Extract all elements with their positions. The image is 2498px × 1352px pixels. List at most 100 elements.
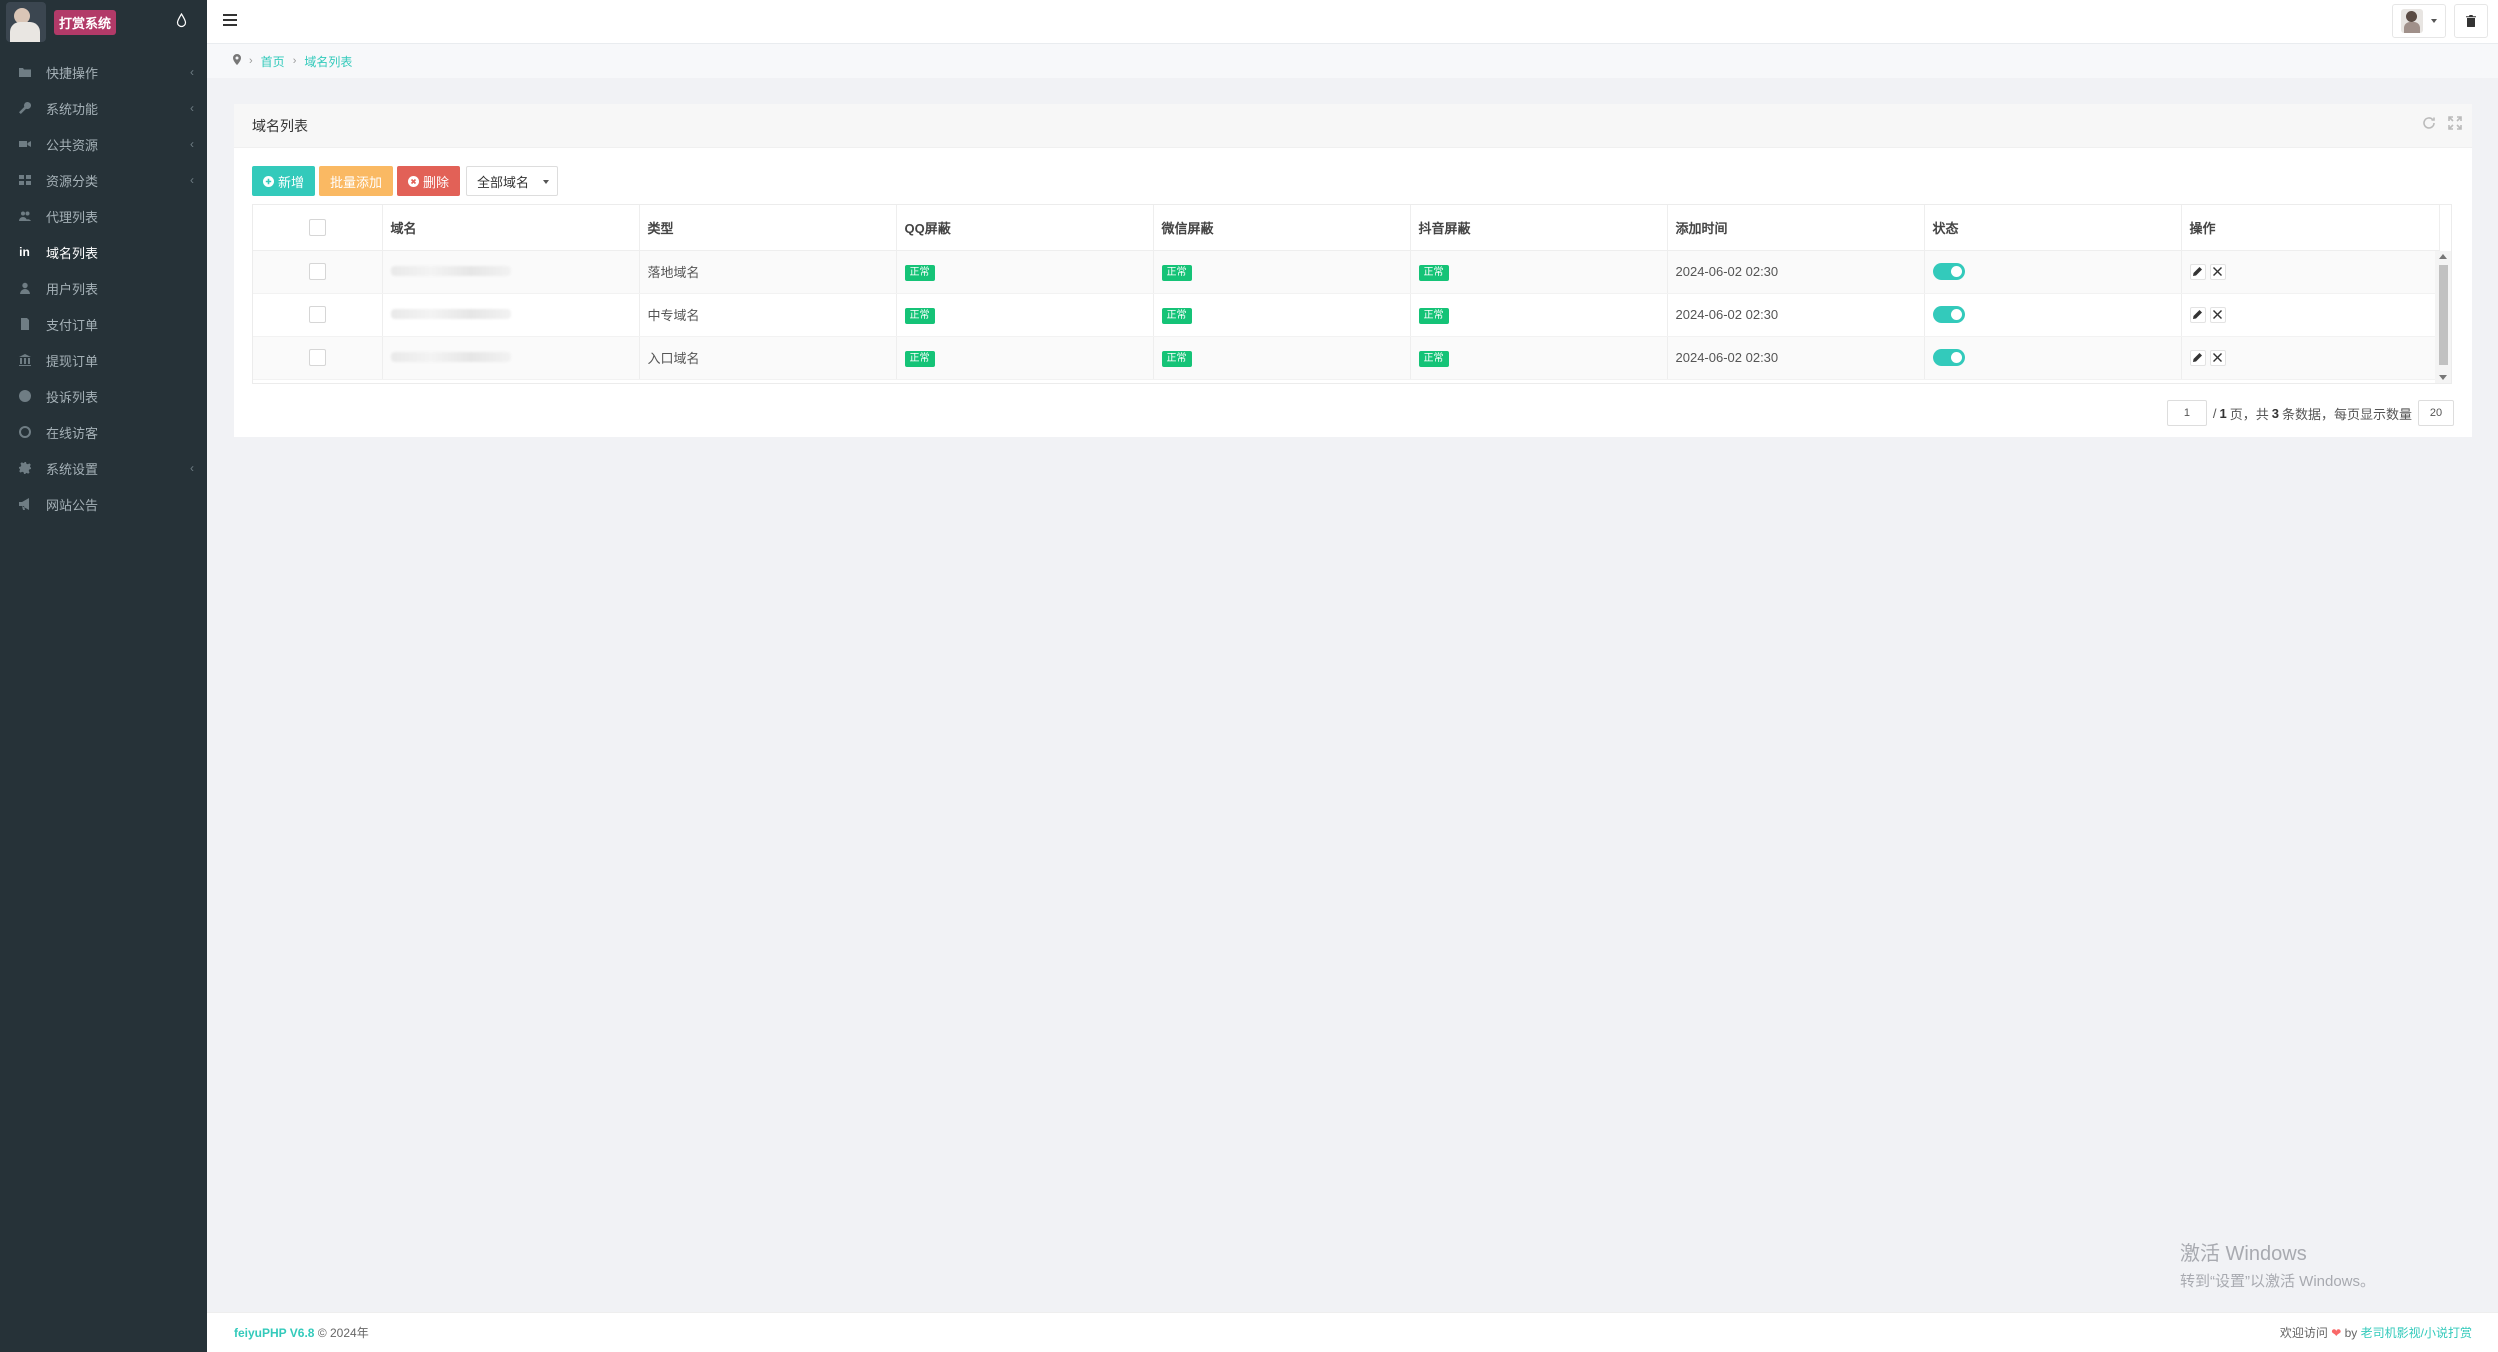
bank-icon xyxy=(18,354,31,367)
edit-button[interactable] xyxy=(2189,263,2206,280)
column-header[interactable]: 类型 xyxy=(639,205,897,251)
sidebar-item-5[interactable]: 代理列表 xyxy=(0,198,207,234)
scroll-thumb[interactable] xyxy=(2439,265,2448,365)
scroll-down-icon[interactable] xyxy=(2439,375,2447,380)
sidebar-item-label: 在线访客 xyxy=(46,425,99,441)
user-menu-button[interactable] xyxy=(2392,4,2446,38)
column-header[interactable]: 域名 xyxy=(382,205,640,251)
page-size-input[interactable]: 20 xyxy=(2418,400,2454,426)
domain-cell xyxy=(382,336,640,380)
sidebar-item-8[interactable]: 支付订单 xyxy=(0,306,207,342)
windows-activation-watermark: 激活 Windows 转到“设置”以激活 Windows。 xyxy=(2180,1237,2375,1291)
wechat-status-badge: 正常 xyxy=(1161,307,1192,324)
page-number-input[interactable]: 1 xyxy=(2166,400,2207,426)
brand[interactable]: 打赏系统 xyxy=(0,0,207,44)
card-header: 域名列表 xyxy=(234,104,2472,148)
refresh-icon[interactable] xyxy=(2422,116,2436,130)
chevron-down-icon xyxy=(2431,19,2437,23)
time-cell: 2024-06-02 02:30 xyxy=(1667,293,1925,337)
sidebar-item-13[interactable]: 网站公告 xyxy=(0,486,207,522)
status-toggle[interactable] xyxy=(1932,349,1965,367)
sidebar-item-3[interactable]: 公共资源 ‹ xyxy=(0,126,207,162)
sidebar-item-2[interactable]: 系统功能 ‹ xyxy=(0,90,207,126)
globe-icon xyxy=(18,426,31,439)
avatar xyxy=(2401,9,2423,33)
table-row: 落地域名 正常 正常 正常 2024-06-02 02:30 xyxy=(253,250,2440,294)
close-icon xyxy=(2213,267,2222,276)
sidebar-item-1[interactable]: 快捷操作 ‹ xyxy=(0,54,207,90)
domain-type-filter-value: 全部域名 xyxy=(477,174,530,190)
column-header[interactable]: 添加时间 xyxy=(1667,205,1925,251)
status-toggle[interactable] xyxy=(1932,306,1965,324)
chevron-left-icon: ‹ xyxy=(190,173,194,187)
type-cell: 中专域名 xyxy=(639,293,897,337)
table-scrollbar[interactable] xyxy=(2435,251,2451,383)
domain-list-card: 域名列表 新增 批量添加 删除 全部域名 域名 类型 QQ屏蔽 微信屏蔽 抖音屏… xyxy=(234,104,2472,437)
domain-cell xyxy=(382,293,640,337)
add-button[interactable]: 新增 xyxy=(252,166,316,196)
column-header[interactable]: 抖音屏蔽 xyxy=(1410,205,1668,251)
column-header[interactable]: 操作 xyxy=(2181,205,2440,251)
actions-cell xyxy=(2181,336,2440,380)
sidebar-item-label: 资源分类 xyxy=(46,173,99,189)
footer-brand[interactable]: feiyuPHP V6.8 xyxy=(234,1326,314,1340)
clear-cache-button[interactable] xyxy=(2454,4,2488,38)
sidebar-item-10[interactable]: 投诉列表 xyxy=(0,378,207,414)
remove-button[interactable] xyxy=(2209,349,2226,366)
delete-button[interactable]: 删除 xyxy=(397,166,461,196)
select-all-checkbox[interactable] xyxy=(308,218,326,236)
folder-icon xyxy=(18,66,31,79)
edit-button[interactable] xyxy=(2189,349,2206,366)
column-header[interactable]: QQ屏蔽 xyxy=(896,205,1154,251)
brand-logo xyxy=(6,2,46,42)
sidebar-nav: 快捷操作 ‹ 系统功能 ‹ 公共资源 ‹ 资源分类 ‹ 代理列表 in 域名列表用户列表支付订单提现… xyxy=(0,54,207,522)
breadcrumb-home-link[interactable]: 首页 xyxy=(261,53,285,70)
theme-drop-icon[interactable] xyxy=(176,12,187,28)
footer-year: © 2024年 xyxy=(317,1326,369,1340)
menu-toggle-icon[interactable] xyxy=(223,14,237,26)
breadcrumb-current[interactable]: 域名列表 xyxy=(304,53,352,70)
sidebar-item-6[interactable]: in 域名列表 xyxy=(0,234,207,270)
added-time: 2024-06-02 02:30 xyxy=(1675,350,1779,365)
wechat-status-badge: 正常 xyxy=(1161,350,1192,367)
douyin-status-badge: 正常 xyxy=(1418,264,1449,281)
sidebar-item-9[interactable]: 提现订单 xyxy=(0,342,207,378)
sidebar-item-12[interactable]: 系统设置 ‹ xyxy=(0,450,207,486)
status-toggle[interactable] xyxy=(1932,263,1965,281)
chevron-left-icon: ‹ xyxy=(190,101,194,115)
sidebar-item-label: 提现订单 xyxy=(46,353,99,369)
domain-type-filter[interactable]: 全部域名 xyxy=(466,166,559,196)
sidebar-item-4[interactable]: 资源分类 ‹ xyxy=(0,162,207,198)
douyin-status-badge: 正常 xyxy=(1418,350,1449,367)
sidebar-item-label: 域名列表 xyxy=(46,245,99,261)
added-time: 2024-06-02 02:30 xyxy=(1675,264,1779,279)
footer-credits: 欢迎访问 ❤ by 老司机影视/小说打赏 xyxy=(2280,1324,2472,1341)
remove-button[interactable] xyxy=(2209,306,2226,323)
qq-status-badge: 正常 xyxy=(904,350,935,367)
remove-button[interactable] xyxy=(2209,263,2226,280)
gear-icon xyxy=(18,462,31,475)
footer-author-link[interactable]: 老司机影视/小说打赏 xyxy=(2361,1326,2472,1340)
batch-add-button[interactable]: 批量添加 xyxy=(319,166,394,196)
table-row: 入口域名 正常 正常 正常 2024-06-02 02:30 xyxy=(253,336,2440,380)
column-header[interactable]: 微信屏蔽 xyxy=(1153,205,1411,251)
sidebar-item-7[interactable]: 用户列表 xyxy=(0,270,207,306)
chevron-left-icon: ‹ xyxy=(190,461,194,475)
edit-button[interactable] xyxy=(2189,306,2206,323)
sidebar-item-label: 用户列表 xyxy=(46,281,99,297)
scroll-up-icon[interactable] xyxy=(2439,254,2447,259)
grid-icon xyxy=(18,174,31,187)
row-checkbox[interactable] xyxy=(308,349,326,367)
column-header[interactable]: 状态 xyxy=(1924,205,2182,251)
fullscreen-icon[interactable] xyxy=(2448,116,2462,130)
sidebar-item-label: 支付订单 xyxy=(46,317,99,333)
table-header-row: 域名 类型 QQ屏蔽 微信屏蔽 抖音屏蔽 添加时间 状态 操作 xyxy=(253,205,2440,251)
sidebar-item-label: 网站公告 xyxy=(46,497,99,513)
row-checkbox[interactable] xyxy=(308,263,326,281)
breadcrumb-separator: › xyxy=(292,55,297,67)
row-checkbox[interactable] xyxy=(308,306,326,324)
file-icon xyxy=(18,318,31,331)
row-select-cell xyxy=(253,293,383,337)
sidebar-item-11[interactable]: 在线访客 xyxy=(0,414,207,450)
card-tools xyxy=(2422,116,2462,130)
